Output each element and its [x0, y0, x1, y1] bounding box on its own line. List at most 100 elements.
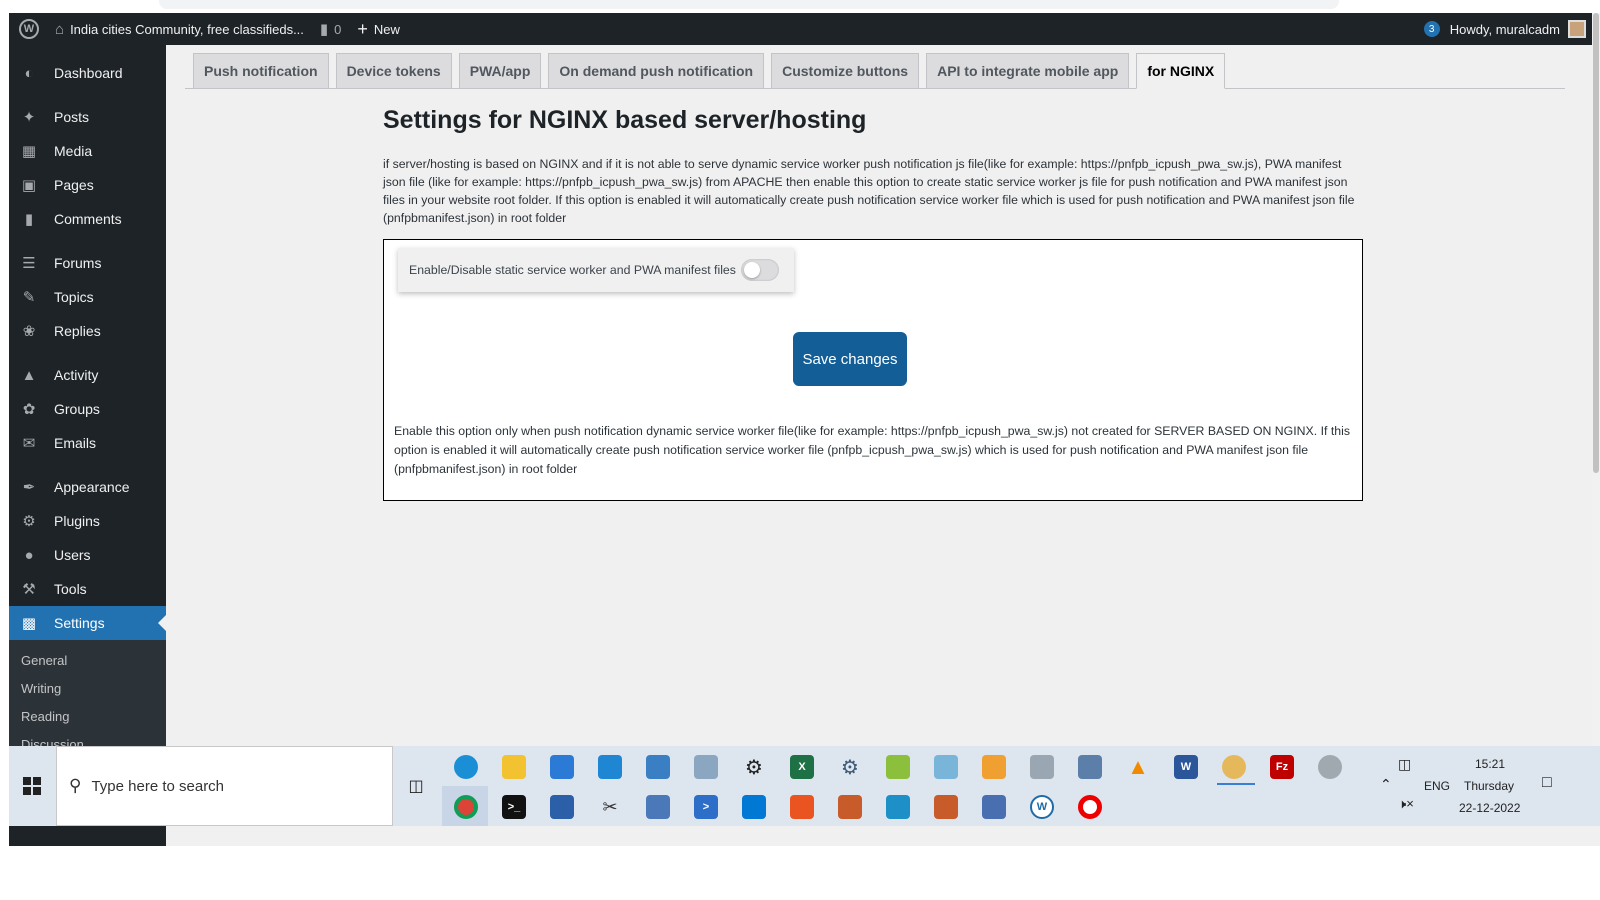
site-name-link[interactable]: ⌂ India cities Community, free classifie…: [47, 13, 312, 45]
taskbar-search-input[interactable]: ⚲ Type here to search: [56, 746, 393, 826]
tab-api-mobile-app[interactable]: API to integrate mobile app: [926, 53, 1130, 88]
disc-icon[interactable]: [1318, 755, 1342, 779]
vlc-icon[interactable]: ▲: [1126, 754, 1150, 779]
sidebar-item-label: Topics: [54, 289, 94, 305]
calculator-icon[interactable]: [1078, 755, 1102, 779]
task-view-icon[interactable]: ◫: [404, 774, 428, 798]
word-icon[interactable]: W: [1174, 755, 1198, 779]
vscode-icon[interactable]: [742, 795, 766, 819]
news-icon[interactable]: [550, 795, 574, 819]
notepad-plus-icon[interactable]: [886, 755, 910, 779]
ubuntu-icon[interactable]: [790, 795, 814, 819]
sidebar-item-users[interactable]: ● Users: [9, 538, 166, 572]
start-button[interactable]: [9, 746, 55, 826]
submenu-reading[interactable]: Reading: [9, 702, 166, 730]
sidebar-item-label: Comments: [54, 211, 122, 227]
page-scrollbar[interactable]: [1592, 13, 1600, 746]
sidebar-item-emails[interactable]: ✉ Emails: [9, 426, 166, 460]
tab-device-tokens[interactable]: Device tokens: [335, 53, 452, 88]
comment-bubble-icon: ▮: [319, 21, 329, 38]
network-icon[interactable]: [646, 795, 670, 819]
excel-icon[interactable]: X: [790, 755, 814, 779]
chrome-icon[interactable]: [454, 795, 478, 819]
sidebar-item-forums[interactable]: ☰ Forums: [9, 246, 166, 280]
clock-time[interactable]: 15:21: [1475, 757, 1505, 771]
remote-desktop-icon[interactable]: [646, 755, 670, 779]
sidebar-item-plugins[interactable]: ⚙ Plugins: [9, 504, 166, 538]
media-icon: ▦: [21, 143, 37, 160]
sidebar-item-pages[interactable]: ▣ Pages: [9, 168, 166, 202]
groups-icon: ✿: [22, 401, 36, 418]
submenu-general[interactable]: General: [9, 646, 166, 674]
snipping-icon[interactable]: ✂: [598, 795, 622, 819]
services-gear-icon[interactable]: ⚙: [838, 755, 862, 779]
sidebar-item-label: Posts: [54, 109, 90, 125]
save-button[interactable]: Save changes: [793, 332, 907, 386]
wordpress-app-icon[interactable]: W: [1030, 795, 1054, 819]
admin-sidebar: ◐ Dashboard ✦ Posts ▦ Media ▣ Pages ▮ Comment…: [9, 45, 166, 846]
scrollbar-thumb[interactable]: [1593, 13, 1599, 473]
volume-muted-icon[interactable]: 🕨×: [1398, 796, 1414, 812]
comments-count: 0: [334, 21, 342, 37]
settings-form-box: Enable/Disable static service worker and…: [383, 239, 1363, 501]
submenu-writing[interactable]: Writing: [9, 674, 166, 702]
tab-pwa-app[interactable]: PWA/app: [458, 53, 542, 88]
new-content-link[interactable]: + New: [349, 13, 408, 45]
app-grid-icon[interactable]: [838, 795, 862, 819]
language-indicator[interactable]: ENG: [1424, 779, 1450, 793]
sidebar-item-appearance[interactable]: ✒ Appearance: [9, 470, 166, 504]
powershell-icon[interactable]: >: [694, 795, 718, 819]
file-explorer-icon[interactable]: [502, 755, 526, 779]
sidebar-item-activity[interactable]: ▲ Activity: [9, 358, 166, 392]
static-files-toggle[interactable]: [740, 259, 779, 281]
notification-badge[interactable]: 3: [1423, 21, 1440, 37]
brush-icon: ✒: [22, 479, 36, 496]
control-panel-icon[interactable]: [694, 755, 718, 779]
wp-logo-menu[interactable]: W: [9, 13, 47, 45]
sidebar-item-media[interactable]: ▦ Media: [9, 134, 166, 168]
sidebar-item-label: Appearance: [54, 479, 130, 495]
notification-center-icon[interactable]: □: [1542, 774, 1552, 792]
network-tray-icon[interactable]: ◫: [1398, 756, 1411, 773]
active-app-indicator: [1217, 783, 1255, 785]
sidebar-item-topics[interactable]: ✎ Topics: [9, 280, 166, 314]
dashboard-icon: ◐: [24, 64, 34, 82]
sidebar-item-label: Users: [54, 547, 91, 563]
edge-icon[interactable]: [454, 755, 478, 779]
globe-app-icon[interactable]: [886, 795, 910, 819]
replies-icon: ❀: [22, 323, 36, 340]
forums-icon: ☰: [22, 255, 36, 272]
tab-push-notification[interactable]: Push notification: [193, 53, 329, 88]
sidebar-item-replies[interactable]: ❀ Replies: [9, 314, 166, 348]
terminal-icon[interactable]: >_: [502, 795, 526, 819]
sidebar-item-groups[interactable]: ✿ Groups: [9, 392, 166, 426]
avatar[interactable]: [1568, 20, 1586, 38]
media-player-icon[interactable]: [982, 755, 1006, 779]
clock-date[interactable]: 22-12-2022: [1459, 801, 1520, 815]
site-name: India cities Community, free classifieds…: [70, 21, 304, 37]
sidebar-item-dashboard[interactable]: ◐ Dashboard: [9, 56, 166, 90]
tab-on-demand-push[interactable]: On demand push notification: [548, 53, 765, 88]
settings-gear-icon[interactable]: ⚙: [742, 755, 766, 779]
clock-day[interactable]: Thursday: [1464, 779, 1514, 793]
address-bar[interactable]: [159, 0, 1339, 9]
sidebar-item-settings[interactable]: ▩ Settings: [9, 606, 166, 640]
chevron-up-icon[interactable]: ⌃: [1380, 776, 1392, 793]
printer-icon[interactable]: [1030, 755, 1054, 779]
network-share-icon[interactable]: [982, 795, 1006, 819]
sidebar-item-posts[interactable]: ✦ Posts: [9, 100, 166, 134]
opera-icon[interactable]: [1078, 795, 1102, 819]
sidebar-item-label: Emails: [54, 435, 97, 451]
mail-icon[interactable]: [598, 755, 622, 779]
sidebar-item-comments[interactable]: ▮ Comments: [9, 202, 166, 236]
sticky-notes-icon[interactable]: [934, 755, 958, 779]
app-grid-2-icon[interactable]: [934, 795, 958, 819]
tab-customize-buttons[interactable]: Customize buttons: [771, 53, 920, 88]
howdy-account-link[interactable]: Howdy, muralcadm: [1450, 22, 1560, 37]
tab-for-nginx[interactable]: for NGINX: [1136, 53, 1226, 89]
filezilla-icon[interactable]: Fz: [1270, 755, 1294, 779]
store-icon[interactable]: [550, 755, 574, 779]
paint-icon[interactable]: [1222, 755, 1246, 779]
sidebar-item-tools[interactable]: ⚒ Tools: [9, 572, 166, 606]
comments-link[interactable]: ▮ 0: [312, 13, 350, 45]
